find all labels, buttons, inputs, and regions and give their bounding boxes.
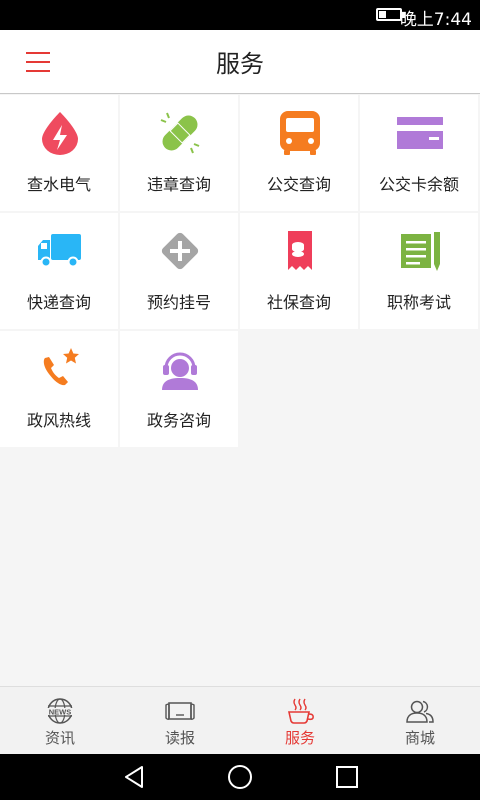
notebook-pen-icon: [401, 232, 440, 271]
recent-apps-icon[interactable]: [333, 763, 361, 791]
service-label: 预约挂号: [146, 293, 211, 312]
home-icon[interactable]: [226, 763, 254, 791]
service-gov-consult[interactable]: 政务咨询: [120, 331, 238, 447]
tab-label: 商城: [404, 729, 435, 747]
service-appointment[interactable]: 预约挂号: [120, 213, 238, 329]
tab-label: 资讯: [44, 729, 75, 747]
service-label: 公交查询: [266, 175, 331, 194]
service-water-electric-gas[interactable]: 查水电气: [0, 95, 118, 211]
app-header: 服务: [0, 30, 480, 94]
service-violation-query[interactable]: 违章查询: [120, 95, 238, 211]
people-icon: [406, 700, 434, 723]
service-label: 快递查询: [26, 293, 91, 312]
status-bar: 晚上7:44: [0, 0, 480, 30]
service-social-security[interactable]: 社保查询: [240, 213, 358, 329]
page-title: 服务: [216, 50, 264, 78]
bandage-icon: [160, 112, 200, 154]
status-time: 晚上7:44: [399, 10, 472, 30]
tab-news[interactable]: NEWS 资讯: [0, 687, 120, 755]
service-bus-card-balance[interactable]: 公交卡余额: [360, 95, 478, 211]
service-label: 职称考试: [386, 293, 451, 312]
truck-icon: [38, 234, 81, 268]
system-nav-bar: [0, 754, 480, 800]
bottom-tab-bar: NEWS 资讯 读报 服务 商城: [0, 686, 480, 755]
service-label: 违章查询: [146, 175, 211, 194]
phone-star-icon: [43, 348, 79, 386]
battery-icon: [376, 8, 405, 21]
card-icon: [397, 117, 443, 149]
bus-icon: [280, 111, 320, 155]
drop-bolt-icon: [42, 112, 78, 155]
news-globe-icon: NEWS: [46, 698, 74, 724]
service-label: 政务咨询: [146, 411, 211, 430]
service-hotline[interactable]: 政风热线: [0, 331, 118, 447]
tab-read-paper[interactable]: 读报: [120, 687, 240, 755]
service-express-query[interactable]: 快递查询: [0, 213, 118, 329]
social-security-icon: [288, 231, 312, 270]
tab-label: 服务: [284, 729, 315, 747]
tab-label: 读报: [164, 729, 195, 747]
service-title-exam[interactable]: 职称考试: [360, 213, 478, 329]
service-label: 公交卡余额: [378, 175, 459, 194]
service-label: 查水电气: [26, 175, 91, 194]
svg-text:NEWS: NEWS: [49, 708, 72, 717]
coffee-cup-icon: [288, 698, 314, 724]
service-grid: 查水电气 违章查询 公交查询 公交卡余额 快递查询 预约挂号 社保查询 职称考试…: [0, 95, 480, 447]
back-icon[interactable]: [120, 763, 148, 791]
service-bus-query[interactable]: 公交查询: [240, 95, 358, 211]
tab-mall[interactable]: 商城: [360, 687, 480, 755]
medical-cross-icon: [161, 232, 199, 270]
service-label: 社保查询: [266, 293, 331, 312]
tab-service[interactable]: 服务: [240, 687, 360, 755]
headset-person-icon: [162, 352, 198, 390]
service-label: 政风热线: [26, 411, 91, 430]
newspaper-icon: [165, 702, 195, 720]
